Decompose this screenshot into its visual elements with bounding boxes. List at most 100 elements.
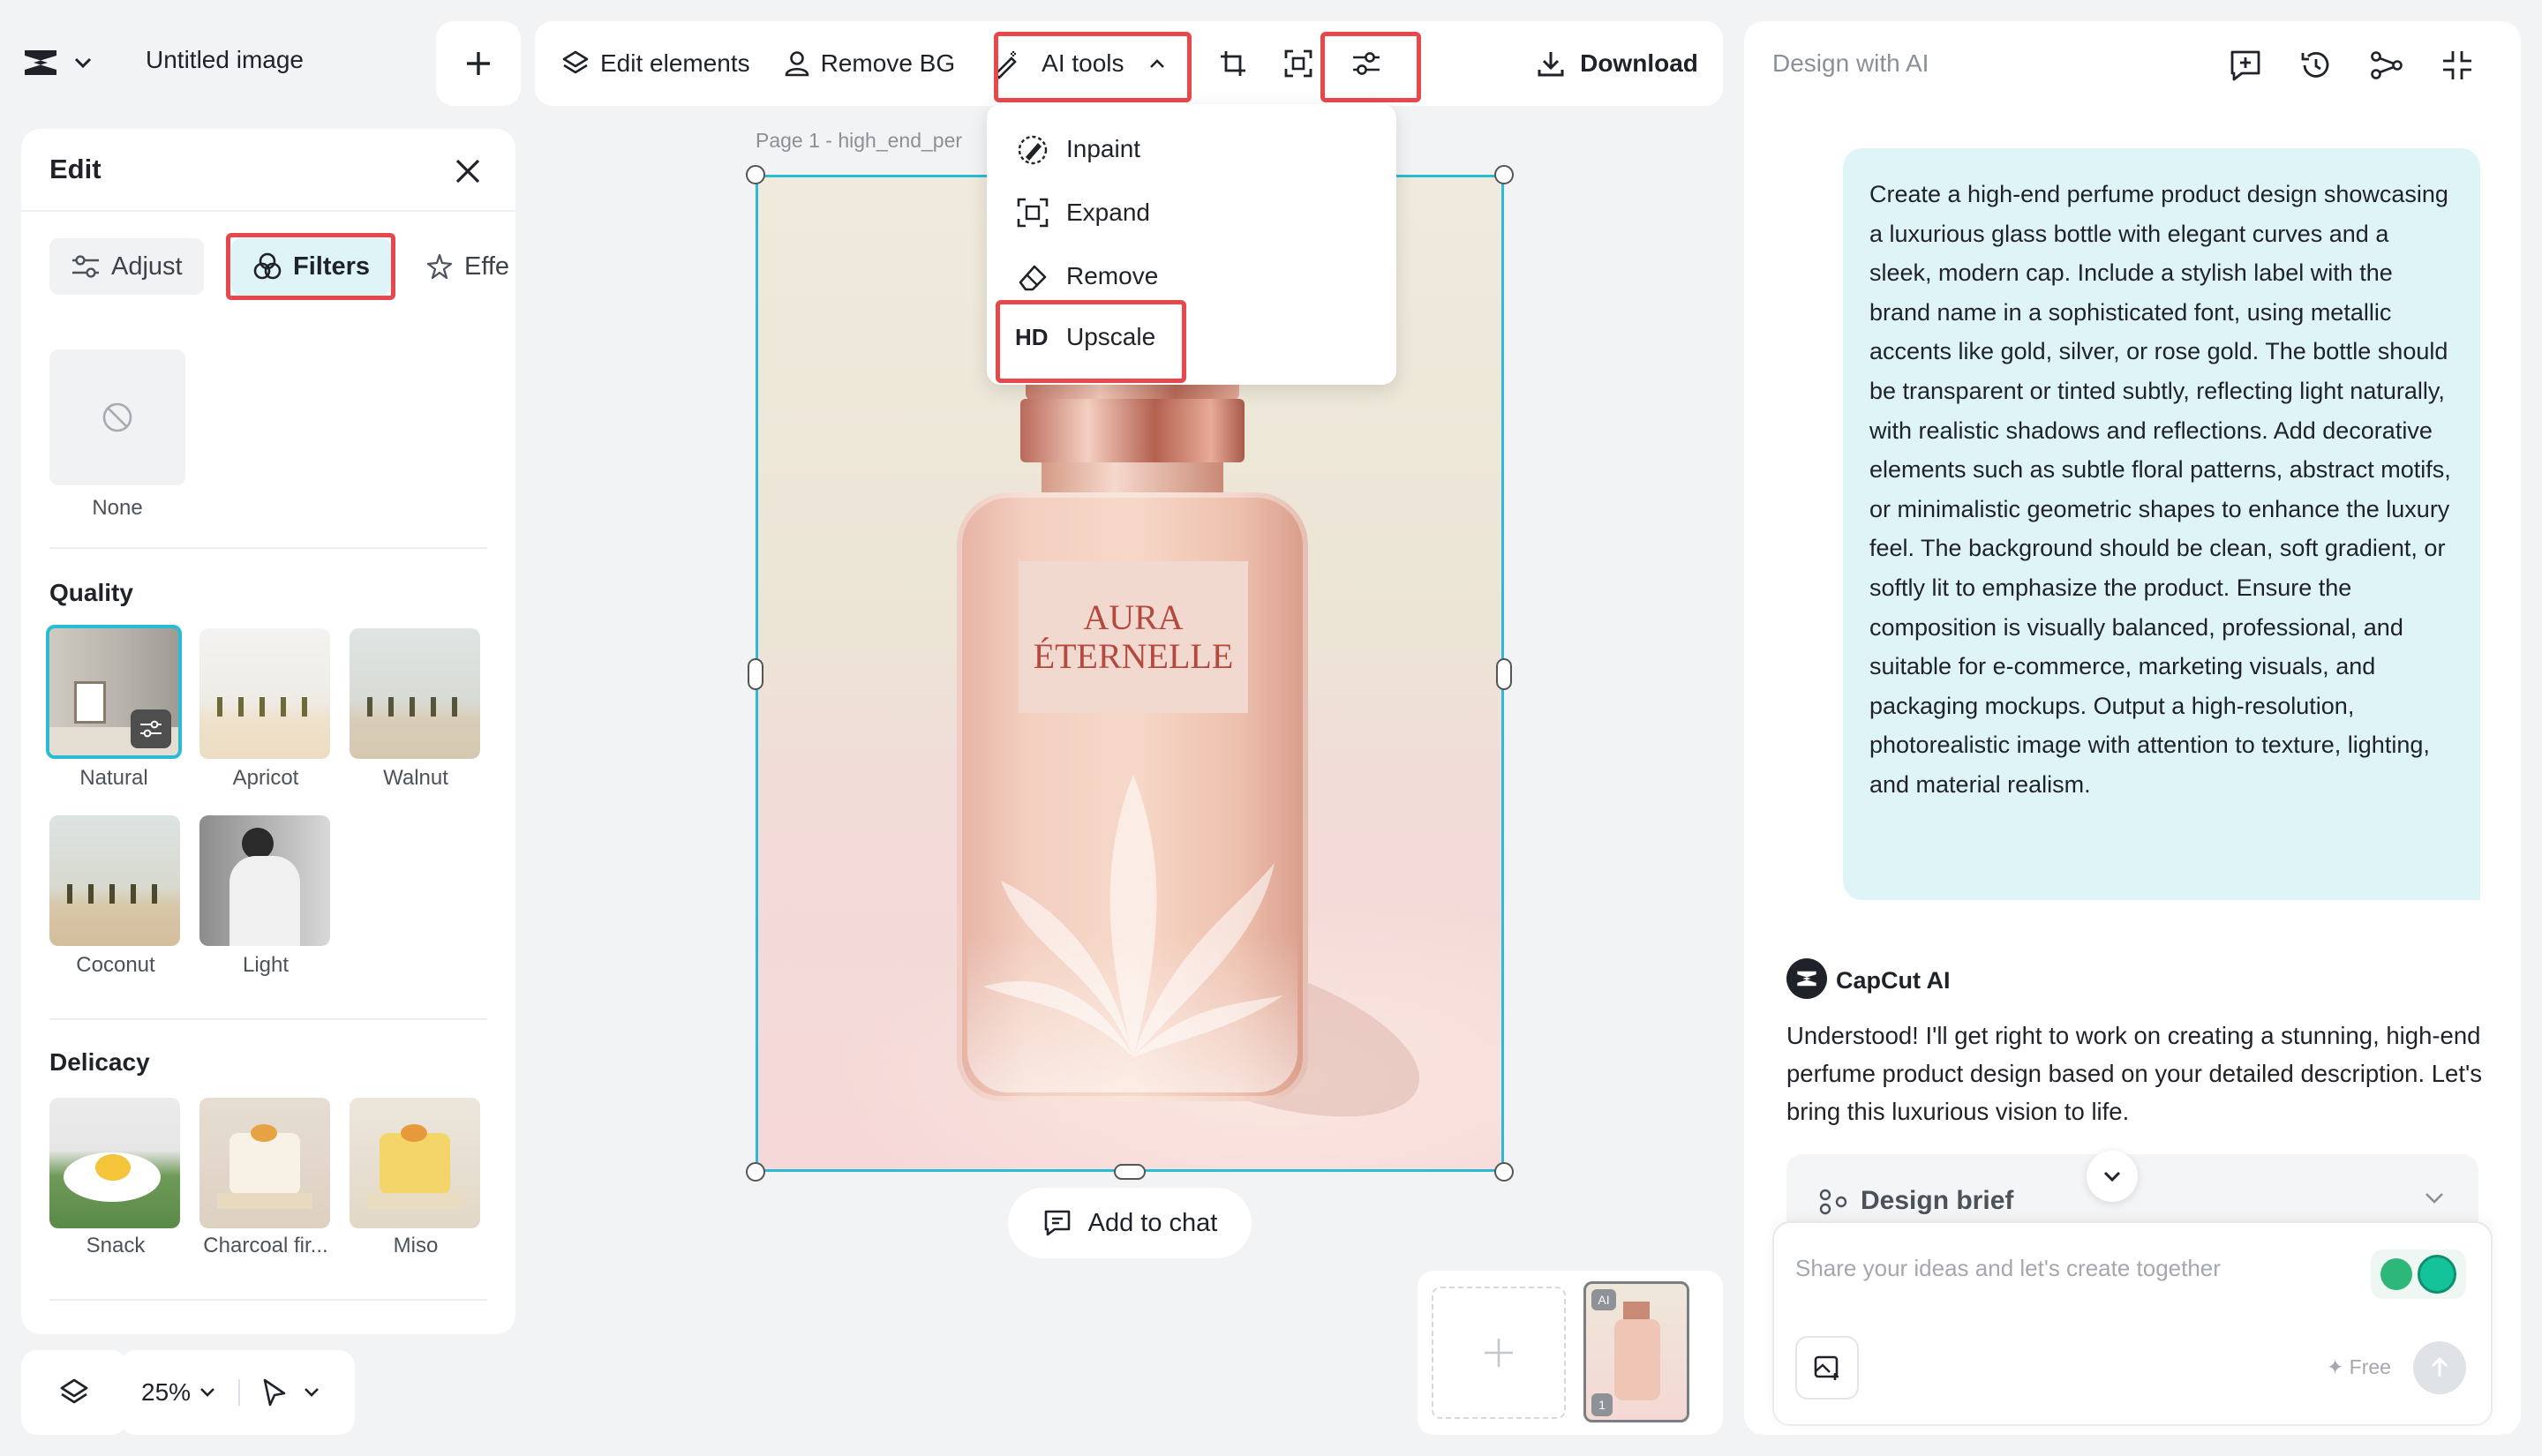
design-brief-label: Design brief (1861, 1186, 2014, 1215)
send-button[interactable] (2413, 1341, 2466, 1394)
filter-natural-label: Natural (79, 766, 148, 790)
filter-charcoal-fir-label: Charcoal fir... (203, 1234, 328, 1257)
portrait-head-image (242, 828, 274, 859)
chat-input-placeholder[interactable]: Share your ideas and let's create togeth… (1795, 1255, 2221, 1282)
thumb-bottle-cap (1623, 1302, 1650, 1319)
page-number-badge: 1 (1591, 1393, 1613, 1416)
resize-handle-bottom-right[interactable] (1494, 1162, 1514, 1182)
remove-bg-label: Remove BG (820, 49, 956, 77)
tab-effects[interactable]: Effe (404, 238, 514, 295)
chevron-up-icon (1149, 59, 1164, 68)
tab-adjust[interactable]: Adjust (49, 238, 204, 295)
document-title[interactable]: Untitled image (146, 46, 304, 74)
scan-select-icon (1284, 49, 1312, 78)
inpaint-icon (1018, 135, 1048, 165)
chevron-down-icon[interactable] (302, 1385, 321, 1400)
zoom-control[interactable]: 25% (120, 1350, 355, 1435)
remove-bg-button[interactable]: Remove BG (784, 49, 956, 78)
tab-filters-label: Filters (293, 251, 371, 281)
arrow-up-icon (2431, 1356, 2448, 1377)
menu-item-expand[interactable]: Expand (1015, 196, 1150, 229)
history-icon[interactable] (2298, 48, 2334, 83)
ai-sender-name: CapCut AI (1836, 967, 1951, 994)
palm-trees-image (217, 697, 312, 717)
filter-miso[interactable] (350, 1098, 480, 1228)
page-thumbnail[interactable]: AI 1 (1583, 1281, 1689, 1422)
filter-charcoal-fir[interactable] (199, 1098, 330, 1228)
edit-elements-button[interactable]: Edit elements (561, 49, 750, 78)
thumb-bottle-body (1614, 1319, 1660, 1400)
panel-title: Design with AI (1772, 49, 1929, 77)
ai-tools-button[interactable]: AI tools (990, 48, 1166, 79)
capcut-logo-icon (25, 50, 56, 75)
download-button[interactable]: Download (1511, 21, 1723, 106)
filters-icon (253, 252, 282, 280)
pastry-image (95, 1154, 131, 1181)
section-divider (49, 547, 487, 549)
bulb-icon (2380, 1258, 2412, 1290)
filter-miso-label: Miso (393, 1234, 439, 1257)
chevron-down-icon[interactable] (2422, 1190, 2447, 1207)
cake-image (229, 1133, 300, 1195)
app-logo-menu[interactable] (21, 23, 127, 102)
filter-natural[interactable] (46, 625, 182, 759)
resize-handle-bottom-left[interactable] (746, 1162, 765, 1182)
panel-divider (21, 210, 515, 212)
filter-coconut-label: Coconut (76, 953, 155, 977)
cake-image (380, 1133, 450, 1195)
crop-icon (1220, 51, 1245, 76)
scroll-down-button[interactable] (2087, 1151, 2138, 1202)
capcut-logo-icon (1797, 971, 1816, 987)
tray-image (367, 1193, 463, 1209)
resize-handle-right[interactable] (1496, 658, 1512, 690)
grammarly-icon (2418, 1255, 2456, 1294)
ai-tools-label: AI tools (1042, 49, 1124, 77)
collapse-icon[interactable] (2440, 48, 2475, 83)
layers-icon (562, 50, 589, 74)
person-icon (785, 51, 808, 77)
menu-item-expand-label: Expand (1066, 199, 1150, 226)
grammarly-widget[interactable] (2371, 1250, 2466, 1299)
add-page-button[interactable] (1432, 1287, 1566, 1419)
resize-handle-top-right[interactable] (1494, 165, 1514, 184)
menu-item-remove[interactable]: Remove (1015, 259, 1158, 293)
menu-item-upscale[interactable]: HD Upscale (1015, 323, 1155, 351)
filter-coconut[interactable] (49, 815, 180, 946)
filter-walnut[interactable] (350, 628, 480, 759)
add-button[interactable] (436, 21, 521, 106)
new-chat-icon[interactable] (2228, 48, 2263, 83)
filter-snack[interactable] (49, 1098, 180, 1228)
add-to-chat-button[interactable]: Add to chat (1008, 1188, 1252, 1258)
page-strip: AI 1 (1418, 1271, 1723, 1435)
resize-handle-top-left[interactable] (746, 165, 765, 184)
resize-handle-left[interactable] (748, 658, 763, 690)
filter-none[interactable] (49, 349, 185, 485)
menu-item-upscale-label: Upscale (1066, 323, 1156, 350)
close-icon[interactable] (452, 155, 484, 187)
sliders-icon (1352, 52, 1380, 75)
sliders-icon (72, 255, 99, 278)
smart-select-button[interactable] (1283, 49, 1313, 79)
menu-item-inpaint[interactable]: Inpaint (1015, 132, 1140, 166)
pointer-icon[interactable] (261, 1377, 288, 1407)
crop-button[interactable] (1218, 49, 1248, 79)
filter-light-label: Light (242, 953, 290, 977)
tab-filters[interactable]: Filters (231, 238, 392, 295)
add-to-chat-label: Add to chat (1087, 1208, 1218, 1237)
plus-icon (1485, 1339, 1513, 1367)
adjust-filter-button[interactable] (131, 709, 171, 748)
adjust-settings-button[interactable] (1350, 49, 1382, 78)
cake-topping-image (401, 1124, 427, 1142)
upload-image-button[interactable] (1795, 1336, 1859, 1400)
ai-reply-message: Understood! I'll get right to work on cr… (1786, 1022, 2482, 1125)
capcut-ai-avatar (1786, 958, 1827, 999)
resize-handle-bottom[interactable] (1114, 1164, 1146, 1180)
ai-badge: AI (1591, 1289, 1616, 1310)
filter-apricot[interactable] (199, 628, 330, 759)
menu-item-inpaint-label: Inpaint (1066, 135, 1141, 162)
palm-trees-image (367, 697, 463, 717)
filter-light[interactable] (199, 815, 330, 946)
layers-button[interactable] (21, 1350, 127, 1435)
share-branch-icon[interactable] (2369, 48, 2404, 83)
chat-input-box[interactable]: Share your ideas and let's create togeth… (1774, 1223, 2491, 1424)
